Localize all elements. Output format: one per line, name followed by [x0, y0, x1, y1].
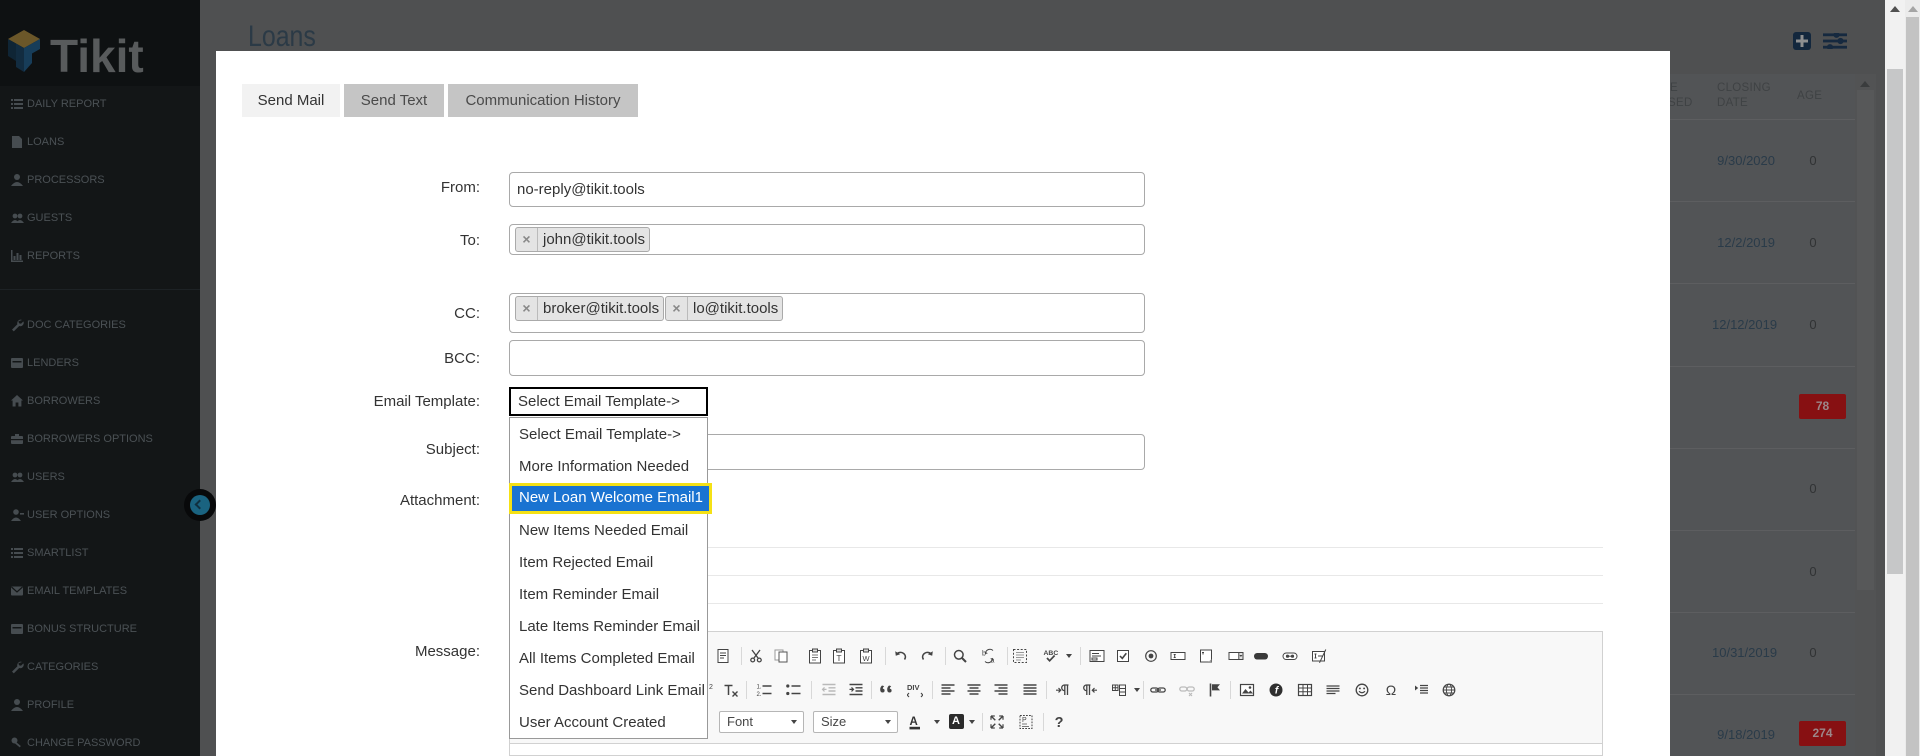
svg-text:2.: 2.: [757, 692, 762, 698]
svg-text:2: 2: [709, 684, 713, 691]
svg-text:A: A: [910, 716, 918, 728]
svg-text:ABC: ABC: [1044, 650, 1059, 657]
svg-text:W: W: [862, 654, 870, 663]
svg-text:1.: 1.: [757, 685, 762, 691]
svg-text:?: ?: [1055, 715, 1064, 730]
svg-text:DIV: DIV: [907, 683, 920, 692]
svg-text:Ω: Ω: [1386, 682, 1396, 698]
svg-text:T: T: [836, 653, 841, 663]
svg-text:P: P: [1022, 717, 1027, 724]
